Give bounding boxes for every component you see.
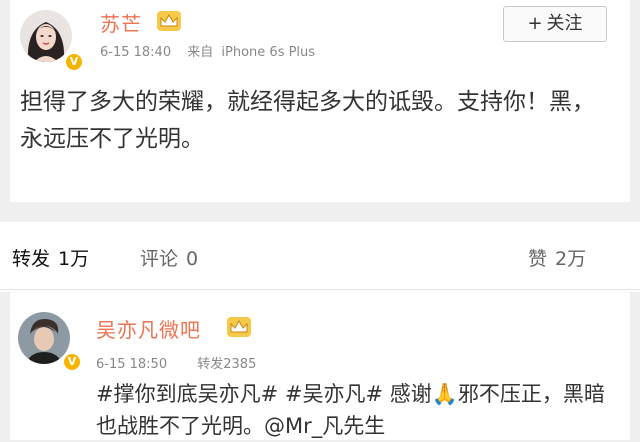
post-content: 担得了多大的荣耀，就经得起多大的诋毁。支持你！黑，永远压不了光明。 xyxy=(20,89,595,152)
tab-reposts-label: 转发 xyxy=(12,248,51,270)
post-source-prefix: 来自 xyxy=(187,45,214,60)
tab-comments[interactable]: 评论 0 xyxy=(140,244,198,271)
post-meta: 6-15 18:40 来自 iPhone 6s Plus xyxy=(100,41,315,60)
repost-hashtag-1[interactable]: #撑你到底吴亦凡# xyxy=(96,382,278,406)
repost-crown-member-icon xyxy=(227,317,251,337)
tab-comments-count: 0 xyxy=(186,248,199,270)
verified-badge-icon: V xyxy=(64,52,84,72)
follow-button[interactable]: + 关注 xyxy=(503,6,607,42)
tabs-divider xyxy=(0,289,640,290)
original-post: V 苏芒 6-15 18:40 来自 iPhone 6s Plus + 关注 担得… xyxy=(10,0,630,202)
follow-label: 关注 xyxy=(546,13,583,34)
repost-date: 6-15 18:50 xyxy=(96,357,168,372)
author-avatar[interactable] xyxy=(20,10,72,62)
tab-comments-label: 评论 xyxy=(140,248,179,270)
section-divider xyxy=(0,202,640,222)
repost-count: 转发2385 xyxy=(197,357,257,372)
repost-text: #撑你到底吴亦凡# #吴亦凡# 感谢🙏邪不压正，黑暗也战胜不了光明。@Mr_凡先… xyxy=(96,378,616,442)
tab-reposts-count: 1万 xyxy=(58,248,90,270)
repost-avatar[interactable] xyxy=(18,312,70,364)
repost-meta: 6-15 18:50 转发2385 xyxy=(96,353,256,372)
post-date: 6-15 18:40 xyxy=(100,45,172,60)
repost-author-name[interactable]: 吴亦凡微吧 xyxy=(96,314,201,343)
author-name[interactable]: 苏芒 xyxy=(100,8,142,37)
tab-likes-label: 赞 xyxy=(528,248,548,270)
plus-icon: + xyxy=(527,13,543,34)
crown-member-icon xyxy=(157,11,181,31)
post-source: iPhone 6s Plus xyxy=(221,45,316,60)
repost-item: V 吴亦凡微吧 6-15 18:50 转发2385 #撑你到底吴亦凡# #吴亦凡… xyxy=(10,292,630,440)
repost-verified-badge-icon: V xyxy=(62,352,82,372)
repost-hashtag-2[interactable]: #吴亦凡# xyxy=(285,382,383,406)
tab-reposts[interactable]: 转发 1万 xyxy=(12,244,89,271)
interaction-tabs: 转发 1万 评论 0 赞 2万 xyxy=(0,222,640,292)
tab-likes-count: 2万 xyxy=(555,248,587,270)
tab-likes[interactable]: 赞 2万 xyxy=(528,244,586,271)
